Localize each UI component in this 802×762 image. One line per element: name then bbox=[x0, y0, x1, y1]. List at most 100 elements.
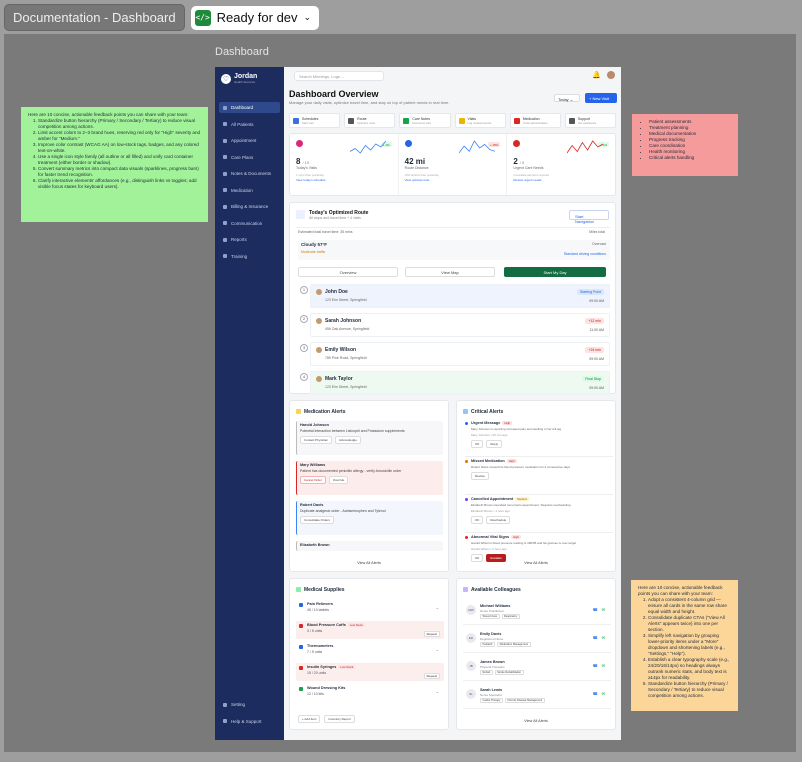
view-all-critical-alerts[interactable]: View All Alerts bbox=[457, 561, 615, 565]
sidebar-item[interactable]: Billing & Insurance bbox=[219, 201, 280, 212]
colleague-item[interactable]: ED Emily Davis Registered Nurse Pediatric Me… bbox=[463, 629, 611, 653]
route-stop[interactable]: 2 Sarah Johnson 456 Oak Avenue, Springfiel… bbox=[300, 313, 610, 337]
quick-action[interactable]: Vitals Log measurements bbox=[454, 113, 506, 128]
route-stop[interactable]: 4 Mark Taylor 123 Elm Street, Springfield F… bbox=[300, 371, 610, 395]
view-map-button[interactable]: View Map bbox=[405, 267, 495, 277]
chevron-down-icon[interactable]: ⌄ bbox=[436, 605, 439, 610]
alert-action-button[interactable]: Cancel Order bbox=[300, 476, 326, 485]
quick-action[interactable]: Schedules Start visit bbox=[289, 113, 341, 128]
alert-action-button[interactable]: Override bbox=[328, 476, 349, 485]
sidebar-item[interactable]: Dashboard bbox=[219, 102, 280, 113]
alert-actions: Cancel Order Override bbox=[300, 476, 440, 485]
sidebar-item[interactable]: Setting bbox=[219, 699, 280, 710]
colleague-name: James Brown bbox=[480, 660, 505, 664]
medication-alert[interactable]: Elizabeth Brown bbox=[296, 541, 443, 551]
supply-item[interactable]: Insulin Syringes Low Stock 15 / 20 units Re… bbox=[296, 663, 444, 681]
stop-address: 789 Pine Road, Springfield bbox=[325, 356, 367, 360]
alert-action-button[interactable]: Acknowledge bbox=[335, 436, 361, 445]
severity-badge: High bbox=[506, 459, 517, 463]
medication-alert[interactable]: Mary Williams Patient has documented peni… bbox=[296, 461, 443, 495]
medication-alert[interactable]: Robert Davis Duplicate analgesic order - … bbox=[296, 501, 443, 535]
document-title[interactable]: Documentation - Dashboard bbox=[4, 4, 185, 31]
start-navigation-button[interactable]: Start Navigation bbox=[569, 210, 609, 224]
stat-link[interactable]: View optimal route bbox=[405, 178, 501, 182]
alert-action-button[interactable]: OK bbox=[471, 440, 484, 448]
message-icon[interactable]: ✉ bbox=[602, 691, 605, 696]
message-icon[interactable]: ✉ bbox=[602, 635, 605, 640]
add-item-button[interactable]: + Add Item bbox=[298, 715, 321, 723]
alert-actions: Review bbox=[465, 472, 613, 480]
critical-alert[interactable]: Cancelled Appointment Medium Elizabeth Bro… bbox=[465, 497, 613, 524]
alert-action-button[interactable]: OK bbox=[471, 516, 484, 524]
alert-action-button[interactable]: Contact Physician bbox=[300, 436, 333, 445]
stat-icon bbox=[296, 140, 303, 147]
phone-icon[interactable]: ☎ bbox=[593, 635, 598, 640]
avatar[interactable] bbox=[607, 71, 615, 79]
quick-action[interactable]: Support Get assistance bbox=[564, 113, 617, 128]
supply-item[interactable]: Pain Relievers 45 / 10 tablets ⌄ bbox=[296, 600, 444, 618]
quick-action[interactable]: Medication Track administration bbox=[509, 113, 561, 128]
colleague-item[interactable]: SL Sarah Lewis Nurse Specialist Cardio Ther… bbox=[463, 685, 611, 709]
message-icon[interactable]: ✉ bbox=[602, 607, 605, 612]
alert-description: Mary Johnson is reporting increased pain… bbox=[471, 427, 562, 431]
supply-item[interactable]: Wound Dressing Kits 12 / 10 kits ⌄ bbox=[296, 684, 444, 702]
supply-name: Thermometers bbox=[299, 644, 441, 648]
start-my-day-button[interactable]: Start My Day bbox=[504, 267, 606, 277]
stat-link[interactable]: View today's schedule bbox=[296, 178, 392, 182]
medication-alert[interactable]: Harold Johnson Potential interaction betw… bbox=[296, 421, 443, 455]
supply-icon bbox=[299, 666, 303, 670]
sidebar-item[interactable]: Medication bbox=[219, 185, 280, 196]
alert-action-button[interactable]: Reply bbox=[486, 440, 503, 448]
divider bbox=[465, 456, 613, 457]
chevron-down-icon[interactable]: ⌄ bbox=[436, 689, 439, 694]
route-stop[interactable]: 3 Emily Wilson 789 Pine Road, Springfield +… bbox=[300, 342, 610, 366]
sidebar-item[interactable]: Communication bbox=[219, 218, 280, 229]
alert-action-button[interactable]: Reschedule bbox=[486, 516, 511, 524]
phone-icon[interactable]: ☎ bbox=[593, 607, 598, 612]
new-visit-button[interactable]: + New Visit bbox=[585, 93, 617, 103]
status-dropdown[interactable]: </> Ready for dev ⌄ bbox=[190, 5, 320, 30]
feedback-note-yellow[interactable]: Here are 10 concise, actionable feedback… bbox=[631, 580, 738, 711]
request-button[interactable]: Request bbox=[423, 631, 440, 637]
sidebar-item[interactable]: Care Plans bbox=[219, 152, 280, 163]
request-button[interactable]: Request bbox=[423, 673, 440, 679]
colleague-item[interactable]: JB James Brown Physical Therapist Rehab Stro… bbox=[463, 657, 611, 681]
alert-action-button[interactable]: Review bbox=[471, 472, 489, 480]
quick-action[interactable]: Care Notes Document visit bbox=[399, 113, 451, 128]
note-item: Adopt a consistent 4-column grid — ensur… bbox=[648, 597, 731, 615]
supply-item[interactable]: Blood Pressure Cuffs Low Stock 3 / 5 units… bbox=[296, 621, 444, 639]
alert-title-text: Abnormal Vital Signs bbox=[471, 535, 510, 539]
sidebar-item[interactable]: Reports bbox=[219, 234, 280, 245]
sidebar-item[interactable]: Training bbox=[219, 251, 280, 262]
today-dropdown[interactable]: Today ⌄ bbox=[554, 94, 580, 102]
quick-action[interactable]: Route Optimize route bbox=[344, 113, 396, 128]
phone-icon[interactable]: ☎ bbox=[593, 691, 598, 696]
inventory-report-button[interactable]: Inventory Report bbox=[324, 715, 355, 723]
supply-item[interactable]: Thermometers 7 / 5 units ⌄ bbox=[296, 642, 444, 660]
bell-icon[interactable]: 🔔 bbox=[592, 71, 601, 79]
sidebar-item[interactable]: All Patients bbox=[219, 119, 280, 130]
critical-alert[interactable]: Urgent Message High Mary Johnson is report… bbox=[465, 421, 613, 448]
route-stop[interactable]: 1 John Doe 123 Elm Street, Springfield Star… bbox=[300, 284, 610, 308]
colleague-item[interactable]: MW Michael Williams Nurse Practitioner Woun… bbox=[463, 601, 611, 625]
stat-link[interactable]: Review urgent needs bbox=[513, 178, 609, 182]
overview-button[interactable]: Overview bbox=[298, 267, 398, 277]
critical-alert[interactable]: Missed Medication High Robert Davis missed… bbox=[465, 459, 613, 480]
message-icon[interactable]: ✉ bbox=[602, 663, 605, 668]
alert-icon bbox=[463, 409, 468, 414]
view-all-medication-alerts[interactable]: View All Alerts bbox=[290, 561, 448, 565]
feedback-note-pink[interactable]: Patient assessmentsTreatment planningMed… bbox=[632, 114, 738, 176]
stop-name: Mark Taylor bbox=[316, 376, 604, 382]
frame-label[interactable]: Dashboard bbox=[215, 46, 269, 58]
view-all-colleagues[interactable]: View All Alerts bbox=[457, 719, 615, 723]
alert-action-button[interactable]: Consolidate Orders bbox=[300, 516, 334, 525]
feedback-note-green[interactable]: Here are 10 concise, actionable feedback… bbox=[21, 107, 208, 222]
phone-icon[interactable]: ☎ bbox=[593, 663, 598, 668]
sidebar-item[interactable]: Notes & Documents bbox=[219, 168, 280, 179]
critical-alert[interactable]: Abnormal Vital Signs High Harold Wilson's … bbox=[465, 535, 613, 562]
search-input[interactable]: Search Meetings, Logs ... bbox=[294, 71, 384, 81]
colleague-name: Emily Davis bbox=[480, 632, 502, 636]
sidebar-item[interactable]: Appointment bbox=[219, 135, 280, 146]
chevron-down-icon[interactable]: ⌄ bbox=[436, 647, 439, 652]
sidebar-item[interactable]: Help & Support bbox=[219, 716, 280, 727]
